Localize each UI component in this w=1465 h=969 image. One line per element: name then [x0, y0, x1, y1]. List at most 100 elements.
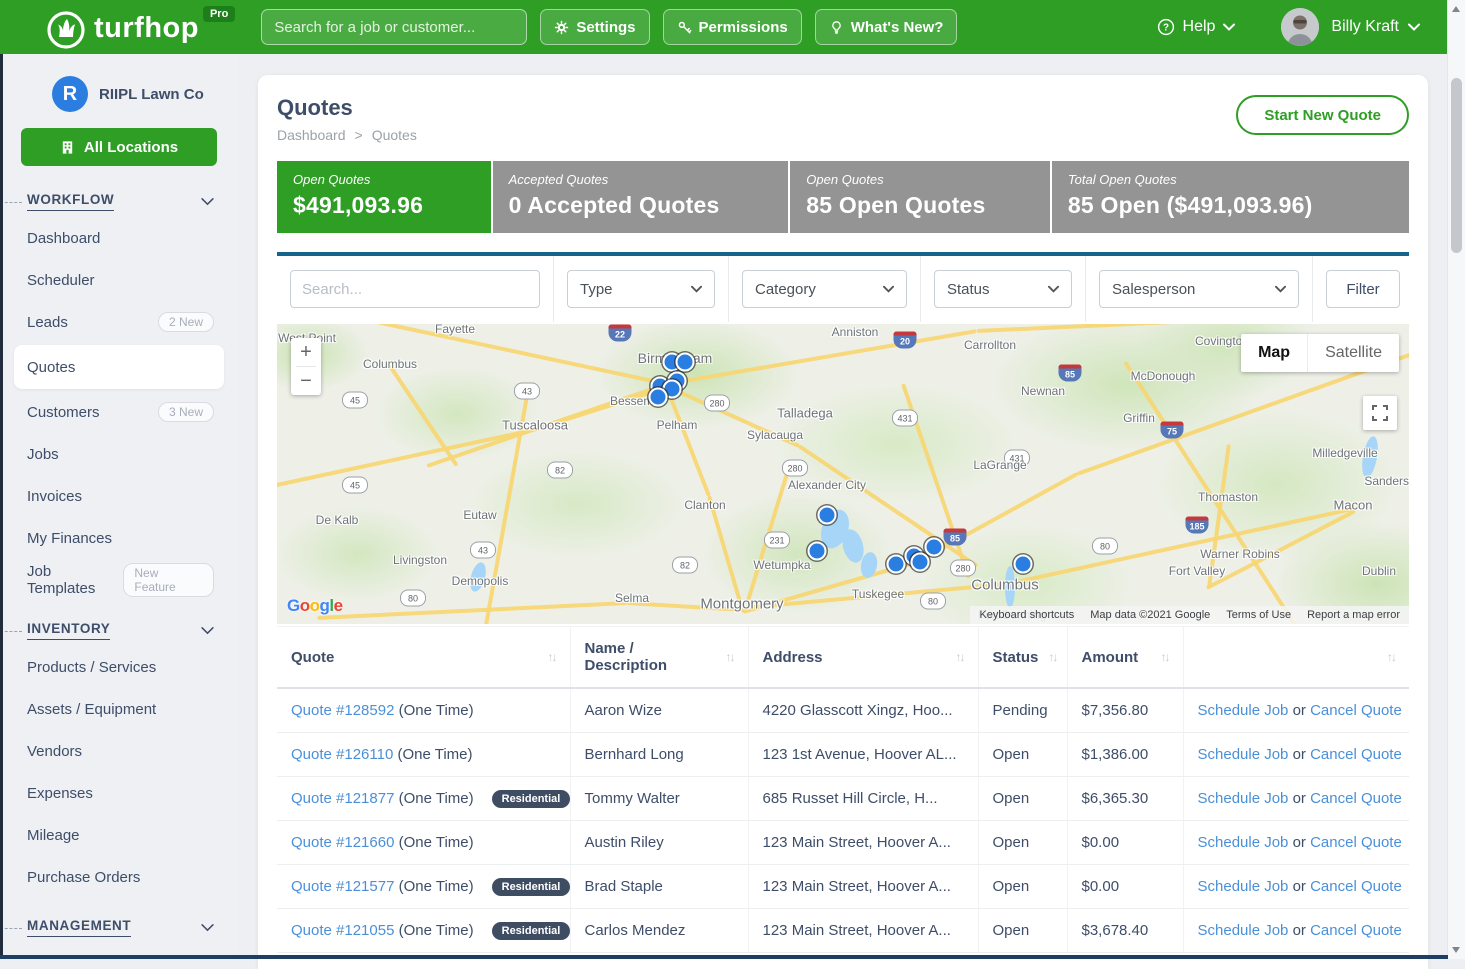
quote-link[interactable]: Quote #121660	[291, 834, 394, 851]
salesperson-select[interactable]: Salesperson	[1099, 270, 1299, 308]
user-menu[interactable]: Billy Kraft	[1331, 18, 1420, 36]
quote-link[interactable]: Quote #121577	[291, 878, 394, 895]
window-left-edge	[0, 54, 3, 959]
cancel-quote-link[interactable]: Cancel Quote	[1310, 790, 1402, 807]
cancel-quote-link[interactable]: Cancel Quote	[1310, 702, 1402, 719]
map-marker[interactable]	[649, 388, 668, 407]
schedule-job-link[interactable]: Schedule Job	[1198, 746, 1289, 763]
map-marker[interactable]	[925, 538, 944, 557]
quote-link[interactable]: Quote #126110	[291, 746, 393, 763]
zoom-in-button[interactable]: +	[291, 338, 321, 366]
sidebar-item-quotes[interactable]: Quotes	[14, 345, 224, 389]
sidebar-item-assets-equipment[interactable]: Assets / Equipment	[0, 688, 238, 730]
permissions-button[interactable]: Permissions	[663, 9, 802, 45]
map-view-button[interactable]: Map	[1241, 334, 1307, 372]
fullscreen-button[interactable]	[1363, 396, 1397, 430]
column-header-amount[interactable]: Amount↑↓	[1067, 627, 1183, 689]
stat-card[interactable]: Open Quotes$491,093.96	[277, 161, 491, 233]
sidebar-item-mileage[interactable]: Mileage	[0, 814, 238, 856]
sidebar-section-inventory[interactable]: INVENTORY	[27, 621, 214, 640]
map-marker[interactable]	[818, 506, 837, 525]
global-search-input[interactable]	[261, 9, 527, 45]
cancel-quote-link[interactable]: Cancel Quote	[1310, 746, 1402, 763]
schedule-job-link[interactable]: Schedule Job	[1198, 878, 1289, 895]
breadcrumb-dashboard[interactable]: Dashboard	[277, 127, 346, 143]
all-locations-button[interactable]: All Locations	[21, 128, 217, 166]
column-header-status[interactable]: Status↑↓	[978, 627, 1067, 689]
app-logo[interactable]: turfhop Pro	[46, 4, 235, 50]
scrollbar-thumb[interactable]	[1451, 78, 1462, 253]
cancel-quote-link[interactable]: Cancel Quote	[1310, 834, 1402, 851]
type-select[interactable]: Type	[567, 270, 715, 308]
sidebar-item-job-templates[interactable]: Job TemplatesNew Feature	[0, 559, 238, 601]
map-city-label: Selma	[615, 591, 649, 605]
sidebar-item-dashboard[interactable]: Dashboard	[0, 217, 238, 259]
vertical-scrollbar[interactable]	[1447, 0, 1465, 959]
start-new-quote-button[interactable]: Start New Quote	[1236, 95, 1409, 135]
map-city-label: Clanton	[684, 498, 725, 512]
schedule-job-link[interactable]: Schedule Job	[1198, 790, 1289, 807]
column-header-actions[interactable]: ↑↓	[1183, 627, 1409, 689]
column-header-address[interactable]: Address↑↓	[748, 627, 978, 689]
zoom-out-button[interactable]: −	[291, 367, 321, 395]
map-city-label: Dublin	[1362, 564, 1396, 578]
quote-link[interactable]: Quote #128592	[291, 702, 394, 719]
sidebar-section-management[interactable]: MANAGEMENT	[27, 918, 214, 937]
map-marker[interactable]	[808, 542, 827, 561]
main-content: Quotes Dashboard > Quotes Start New Quot…	[238, 54, 1448, 959]
terms-of-use-link[interactable]: Terms of Use	[1226, 609, 1291, 621]
sidebar-item-leads[interactable]: Leads2 New	[0, 301, 238, 343]
cancel-quote-link[interactable]: Cancel Quote	[1310, 922, 1402, 939]
route-shield: 85	[944, 529, 967, 546]
sidebar-item-products-services[interactable]: Products / Services	[0, 646, 238, 688]
quote-cell: Quote #121055 (One Time)Residential	[277, 909, 570, 953]
sidebar-item-label: Assets / Equipment	[27, 701, 156, 718]
column-header-quote[interactable]: Quote↑↓	[277, 627, 570, 689]
user-avatar[interactable]	[1281, 8, 1319, 46]
cancel-quote-link[interactable]: Cancel Quote	[1310, 878, 1402, 895]
category-select[interactable]: Category	[742, 270, 907, 308]
map-attribution: Keyboard shortcuts Map data ©2021 Google…	[970, 606, 1409, 624]
sidebar-item-purchase-orders[interactable]: Purchase Orders	[0, 856, 238, 898]
satellite-view-button[interactable]: Satellite	[1307, 334, 1399, 372]
help-menu[interactable]: ? Help	[1157, 18, 1236, 36]
stat-card[interactable]: Accepted Quotes0 Accepted Quotes	[493, 161, 789, 233]
sidebar-item-expenses[interactable]: Expenses	[0, 772, 238, 814]
report-map-error-link[interactable]: Report a map error	[1307, 609, 1400, 621]
sidebar-item-customers[interactable]: Customers3 New	[0, 391, 238, 433]
table-row: Quote #121660 (One Time)Austin Riley123 …	[277, 821, 1409, 865]
stat-card[interactable]: Total Open Quotes85 Open ($491,093.96)	[1052, 161, 1409, 233]
route-shield: 82	[547, 462, 573, 479]
quotes-map[interactable]: 2022858518575454328082280431431231822808…	[277, 324, 1409, 624]
route-shield: 45	[342, 477, 368, 494]
whats-new-button[interactable]: What's New?	[815, 9, 958, 45]
settings-button[interactable]: Settings	[540, 9, 649, 45]
scrollbar-up-arrow[interactable]	[1452, 6, 1460, 12]
stat-card[interactable]: Open Quotes85 Open Quotes	[790, 161, 1050, 233]
route-shield: 22	[609, 325, 632, 342]
map-marker[interactable]	[887, 555, 906, 574]
scrollbar-down-arrow[interactable]	[1452, 947, 1460, 953]
schedule-job-link[interactable]: Schedule Job	[1198, 922, 1289, 939]
route-shield-number: 45	[350, 480, 360, 490]
sidebar-item-jobs[interactable]: Jobs	[0, 433, 238, 475]
sidebar-section-workflow[interactable]: WORKFLOW	[27, 192, 214, 211]
sidebar-item-my-finances[interactable]: My Finances	[0, 517, 238, 559]
actions-cell: Schedule Job or Cancel Quote	[1183, 865, 1409, 909]
filter-button[interactable]: Filter	[1326, 270, 1400, 308]
map-marker[interactable]	[911, 553, 930, 572]
schedule-job-link[interactable]: Schedule Job	[1198, 702, 1289, 719]
sidebar-item-invoices[interactable]: Invoices	[0, 475, 238, 517]
quotes-search-input[interactable]	[290, 270, 540, 308]
status-select[interactable]: Status	[934, 270, 1072, 308]
column-header-name[interactable]: Name / Description↑↓	[570, 627, 748, 689]
map-marker[interactable]	[1014, 555, 1033, 574]
company-selector[interactable]: R RIIPL Lawn Co	[0, 54, 238, 116]
map-marker[interactable]	[676, 353, 695, 372]
quote-link[interactable]: Quote #121877	[291, 790, 394, 807]
sidebar-item-scheduler[interactable]: Scheduler	[0, 259, 238, 301]
quote-link[interactable]: Quote #121055	[291, 922, 394, 939]
keyboard-shortcuts-link[interactable]: Keyboard shortcuts	[979, 609, 1074, 621]
schedule-job-link[interactable]: Schedule Job	[1198, 834, 1289, 851]
sidebar-item-vendors[interactable]: Vendors	[0, 730, 238, 772]
